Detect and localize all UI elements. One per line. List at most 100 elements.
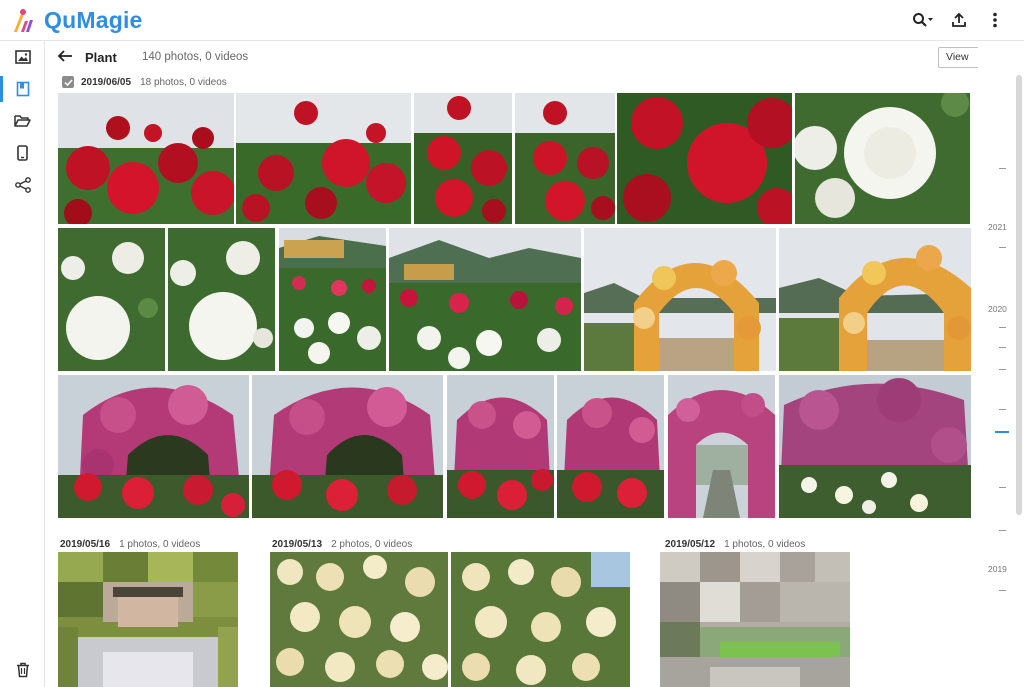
rose-arch-photo — [779, 228, 971, 371]
pixelated-plant-photo — [660, 552, 850, 687]
pink-rose-arch-photo — [779, 375, 971, 518]
photo-thumbnail[interactable] — [252, 375, 443, 518]
sidebar-item-mobile[interactable] — [0, 138, 45, 168]
pixelated-portrait-photo — [58, 552, 238, 687]
more-button[interactable] — [984, 9, 1006, 31]
sidebar-item-share[interactable] — [0, 170, 45, 200]
group-header: 2019/05/16 1 photos, 0 videos — [60, 536, 200, 552]
app-name: QuMagie — [44, 7, 143, 33]
view-dropdown-label: View — [946, 51, 969, 63]
photo-thumbnail[interactable] — [168, 228, 275, 371]
sidebar-item-photos[interactable] — [0, 42, 45, 72]
timeline-year: 2020 — [988, 304, 1007, 314]
albums-icon — [16, 81, 29, 97]
red-rose-photo — [515, 93, 615, 224]
pink-rose-arch-photo — [58, 375, 249, 518]
timeline-tick — [999, 369, 1006, 370]
photo-thumbnail[interactable] — [270, 552, 448, 687]
pink-rose-arch-photo — [252, 375, 443, 518]
photo-thumbnail[interactable] — [779, 375, 971, 518]
timeline-tick — [999, 247, 1006, 248]
scrollbar-thumb[interactable] — [1016, 75, 1022, 515]
photo-thumbnail[interactable] — [779, 228, 971, 371]
search-icon — [913, 13, 933, 27]
album-header: Plant 140 photos, 0 videos View — [46, 41, 978, 75]
red-rose-photo — [58, 93, 234, 224]
timeline-tick — [999, 487, 1006, 488]
qumagie-logo-icon — [14, 8, 33, 32]
photo-thumbnail[interactable] — [58, 228, 165, 371]
red-rose-photo — [236, 93, 411, 224]
timeline-tick — [999, 530, 1006, 531]
folders-icon — [14, 115, 31, 127]
album-title: Plant — [85, 50, 117, 65]
yellow-rose-bush-photo — [270, 552, 448, 687]
group-select-checkbox[interactable] — [62, 76, 74, 88]
back-arrow-icon — [57, 50, 72, 62]
photo-thumbnail[interactable] — [414, 93, 512, 224]
share-icon — [14, 177, 31, 193]
trash-icon — [16, 662, 29, 678]
white-rose-photo — [58, 228, 165, 371]
upload-button[interactable] — [948, 9, 970, 31]
timeline-tick — [999, 327, 1006, 328]
group-count: 18 photos, 0 videos — [140, 76, 227, 88]
timeline-current-marker — [995, 431, 1009, 433]
sidebar — [0, 41, 45, 687]
photo-thumbnail[interactable] — [58, 375, 249, 518]
timeline-tick — [999, 168, 1006, 169]
photo-thumbnail[interactable] — [795, 93, 970, 224]
photo-thumbnail[interactable] — [584, 228, 776, 371]
red-rose-photo — [617, 93, 792, 224]
pink-rose-arch-photo — [447, 375, 554, 518]
group-date: 2019/06/05 — [81, 76, 132, 88]
group-count: 2 photos, 0 videos — [331, 538, 413, 550]
album-count: 140 photos, 0 videos — [142, 51, 249, 63]
rose-arch-photo — [584, 228, 776, 371]
timeline-tick — [999, 590, 1006, 591]
group-header: 2019/05/13 2 photos, 0 videos — [272, 536, 412, 552]
sidebar-item-folders[interactable] — [0, 106, 45, 136]
photo-thumbnail[interactable] — [557, 375, 664, 518]
sidebar-item-albums[interactable] — [0, 74, 45, 104]
photo-thumbnail[interactable] — [660, 552, 850, 687]
group-count: 1 photos, 0 videos — [119, 538, 201, 550]
photo-thumbnail[interactable] — [515, 93, 615, 224]
pink-rose-arch-photo — [557, 375, 664, 518]
photo-thumbnail[interactable] — [279, 228, 386, 371]
photo-thumbnail[interactable] — [389, 228, 581, 371]
top-bar: QuMagie — [0, 0, 1024, 41]
check-icon — [63, 78, 73, 86]
photo-thumbnail[interactable] — [668, 375, 775, 518]
group-date: 2019/05/16 — [60, 538, 111, 550]
more-icon — [993, 12, 997, 28]
view-dropdown[interactable]: View — [938, 47, 978, 68]
pink-rose-tunnel-photo — [668, 375, 775, 518]
timeline-year: 2019 — [988, 564, 1007, 574]
sidebar-item-trash[interactable] — [0, 655, 45, 685]
mobile-icon — [17, 145, 28, 161]
photo-thumbnail[interactable] — [451, 552, 630, 687]
group-header: 2019/05/12 1 photos, 0 videos — [665, 536, 805, 552]
white-rose-photo — [168, 228, 275, 371]
photo-thumbnail[interactable] — [58, 93, 234, 224]
white-rose-photo — [795, 93, 970, 224]
group-count: 1 photos, 0 videos — [724, 538, 806, 550]
photos-icon — [14, 50, 31, 64]
group-date: 2019/05/12 — [665, 538, 716, 550]
red-rose-photo — [414, 93, 512, 224]
yellow-rose-bush-photo — [451, 552, 630, 687]
back-button[interactable] — [56, 49, 76, 67]
group-date: 2019/05/13 — [272, 538, 323, 550]
search-button[interactable] — [912, 9, 934, 31]
photo-thumbnail[interactable] — [236, 93, 411, 224]
app-logo[interactable]: QuMagie — [10, 7, 143, 34]
group-header: 2019/06/05 18 photos, 0 videos — [62, 74, 227, 90]
timeline-year: 2021 — [988, 222, 1007, 232]
timeline-tick — [999, 409, 1006, 410]
photo-album-view: Plant 140 photos, 0 videos View 2019/06/… — [46, 41, 978, 687]
photo-thumbnail[interactable] — [617, 93, 792, 224]
photo-thumbnail[interactable] — [447, 375, 554, 518]
rose-garden-photo — [389, 228, 581, 371]
photo-thumbnail[interactable] — [58, 552, 238, 687]
